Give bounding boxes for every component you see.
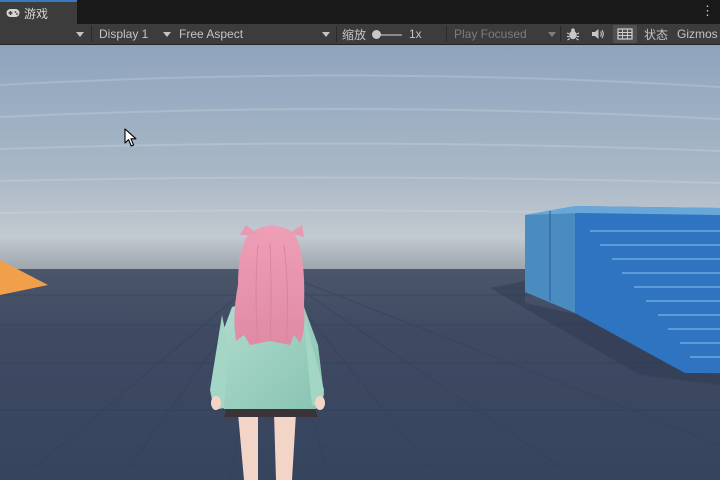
slider-handle[interactable] [372,30,381,39]
debug-toggle[interactable] [564,25,582,43]
gamepad-icon [6,9,20,17]
scene-render [0,45,720,480]
tab-game[interactable]: 游戏 [0,0,77,24]
game-viewport[interactable] [0,45,720,480]
stats-label: 状态 [644,27,669,42]
divider [91,26,92,42]
mouse-pointer-icon [124,128,137,147]
scale-value-text: 1x [409,27,422,41]
tab-bar: 游戏 ⋮ [0,0,720,24]
gizmos-label: Gizmos [677,27,718,41]
play-mode-dropdown[interactable]: Play Focused [454,24,556,44]
divider [336,26,337,42]
audio-mute-toggle[interactable] [589,25,607,43]
play-mode-label: Play Focused [454,27,527,41]
view-dropdown[interactable] [76,24,84,44]
gizmos-button[interactable]: Gizmos [677,24,718,44]
aspect-label: Free Aspect [179,27,244,41]
display-label: Display 1 [99,27,149,41]
chevron-down-icon [548,32,556,37]
scale-label-text: 缩放 [342,27,367,42]
game-toolbar: Display 1 Free Aspect 缩放 1x Play Focused [0,24,720,45]
more-vertical-icon[interactable]: ⋮ [701,3,714,19]
chevron-down-icon [76,31,84,37]
speaker-icon [592,29,604,39]
bug-icon [566,28,580,41]
game-view-window: 游戏 ⋮ Display 1 Free Aspect 缩放 1x Play Fo… [0,0,720,480]
display-dropdown[interactable]: Display 1 [99,24,171,44]
divider [560,26,561,42]
divider [446,26,447,42]
stats-button[interactable]: 状态 [644,24,668,44]
tab-label: 游戏 [24,6,49,21]
aspect-dropdown[interactable]: Free Aspect [179,24,332,44]
grid-icon [617,28,633,40]
scale-value: 1x [409,24,422,44]
chevron-down-icon [163,32,171,37]
aspect-grid-toggle[interactable] [613,25,637,43]
scale-label: 缩放 [342,24,366,44]
chevron-down-icon [322,32,330,37]
